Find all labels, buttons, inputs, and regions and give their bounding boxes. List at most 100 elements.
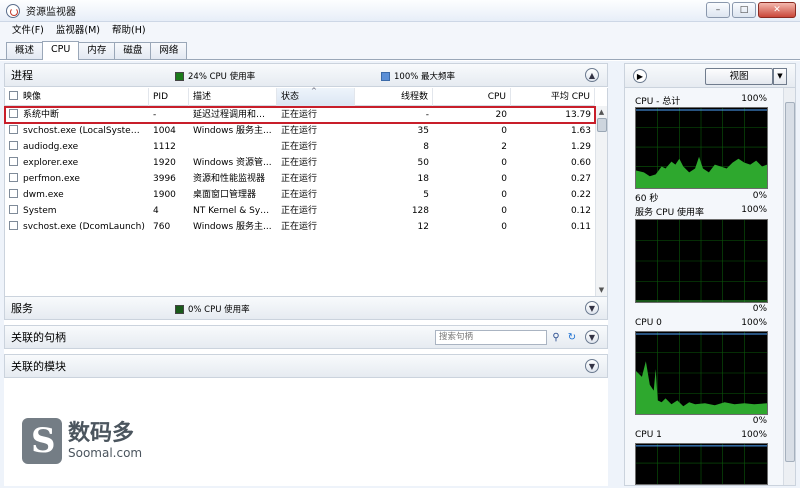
cell-image: System <box>5 203 149 219</box>
max-freq-stat: 100% 最大频率 <box>381 70 455 82</box>
cell-desc <box>189 139 277 155</box>
graph-time-label: 60 秒 <box>635 194 659 204</box>
view-dropdown-icon[interactable]: ▼ <box>773 68 787 85</box>
graph-top-pct: 100% <box>741 430 767 440</box>
cell-status: 正在运行 <box>281 126 318 136</box>
table-row[interactable]: dwm.exe 1900 桌面窗口管理器 正在运行 5 0 0.22 <box>5 187 595 203</box>
table-header: 映像 PID 描述 状态 线程数 CPU 平均 CPU <box>5 82 595 106</box>
tab-overview[interactable]: 概述 <box>6 42 44 59</box>
menu-help[interactable]: 帮助(H) <box>106 22 152 40</box>
graph-bottom-pct: 0% <box>752 304 767 314</box>
scroll-up-icon[interactable]: ▲ <box>596 106 607 118</box>
cell-image: dwm.exe <box>5 187 149 203</box>
cell-pid: 760 <box>153 222 171 232</box>
table-row[interactable]: System 4 NT Kernel & Syst... 正在运行 128 0 0.12 <box>5 203 595 219</box>
services-title: 服务 <box>11 302 33 315</box>
graph-bottom-pct: 0% <box>752 416 767 426</box>
scroll-down-icon[interactable]: ▼ <box>596 284 607 296</box>
refresh-icon[interactable]: ↻ <box>565 330 579 345</box>
services-header[interactable]: 服务 0% CPU 使用率 ▼ <box>4 296 608 320</box>
handles-title: 关联的句柄 <box>11 331 66 344</box>
cell-desc: 延迟过程调用和中... <box>193 110 274 120</box>
menu-monitor[interactable]: 监视器(M) <box>50 22 106 40</box>
graph-top-pct: 100% <box>741 318 767 328</box>
services-cpu-stat: 0% CPU 使用率 <box>175 303 250 315</box>
row-checkbox[interactable] <box>9 205 18 214</box>
expand-icon[interactable]: ▼ <box>585 301 599 315</box>
cell-status: 正在运行 <box>281 110 318 120</box>
collapse-icon[interactable]: ▲ <box>585 68 599 82</box>
col-avg-cpu[interactable]: 平均 CPU <box>511 88 595 106</box>
graph-label: CPU 0 <box>635 318 662 328</box>
cell-cpu: 0 <box>501 222 507 232</box>
row-checkbox[interactable] <box>9 221 18 230</box>
window-title: 资源监视器 <box>26 7 76 18</box>
row-checkbox[interactable] <box>9 157 18 166</box>
handles-header[interactable]: 关联的句柄 搜索句柄 ⚲ ↻ ▼ <box>4 325 608 349</box>
cell-threads: 5 <box>423 190 429 200</box>
cell-threads: 8 <box>423 142 429 152</box>
select-all-checkbox[interactable] <box>9 91 18 100</box>
chevron-right-icon[interactable]: ▶ <box>633 69 647 83</box>
row-checkbox[interactable] <box>9 189 18 198</box>
row-checkbox[interactable] <box>9 141 18 150</box>
graph-top-pct: 100% <box>741 205 767 215</box>
col-image[interactable]: 映像 <box>5 88 149 106</box>
expand-icon[interactable]: ▼ <box>585 330 599 344</box>
handles-search-input[interactable]: 搜索句柄 <box>435 330 547 345</box>
cell-pid: 1920 <box>153 158 176 168</box>
cell-desc: Windows 服务主... <box>193 222 272 232</box>
col-pid[interactable]: PID <box>149 88 189 106</box>
watermark: 数码多 Soomal.com <box>22 418 142 464</box>
table-row[interactable]: perfmon.exe 3996 资源和性能监视器 正在运行 18 0 0.27 <box>5 171 595 187</box>
tab-disk[interactable]: 磁盘 <box>114 42 152 59</box>
cell-pid: 3996 <box>153 174 176 184</box>
graphs-scroll-thumb[interactable] <box>785 102 795 462</box>
table-row[interactable]: 系统中断 - 延迟过程调用和中... 正在运行 -20 13.79 <box>4 106 596 124</box>
cell-cpu: 0 <box>501 158 507 168</box>
table-scrollbar[interactable]: ▲ ▼ <box>595 106 607 296</box>
table-row[interactable]: svchost.exe (LocalSystemN... 1004 Windows … <box>5 123 595 139</box>
services-cpu-text: 0% CPU 使用率 <box>188 305 250 315</box>
menu-file[interactable]: 文件(F) <box>6 22 50 40</box>
cell-desc: Windows 资源管... <box>193 158 272 168</box>
cell-threads: 12 <box>417 222 429 232</box>
cell-image: svchost.exe (LocalSystemN... <box>5 123 149 139</box>
cell-pid: - <box>153 110 157 120</box>
search-icon[interactable]: ⚲ <box>549 330 563 345</box>
cell-cpu: 0 <box>501 126 507 136</box>
service-cpu-graph <box>635 219 768 303</box>
table-row[interactable]: svchost.exe (DcomLaunch) 760 Windows 服务主..… <box>5 219 595 235</box>
cell-status: 正在运行 <box>281 174 318 184</box>
tab-cpu[interactable]: CPU <box>42 41 80 60</box>
cell-avg: 0.12 <box>570 206 591 216</box>
col-status[interactable]: 状态 <box>277 82 355 106</box>
row-checkbox[interactable] <box>9 125 18 134</box>
col-cpu[interactable]: CPU <box>433 88 511 106</box>
table-row[interactable]: explorer.exe 1920 Windows 资源管... 正在运行 50 0 0.6… <box>5 155 595 171</box>
maximize-button[interactable]: □ <box>732 2 756 18</box>
cell-image: perfmon.exe <box>5 171 149 187</box>
watermark-text: 数码多 Soomal.com <box>68 421 142 461</box>
processes-header[interactable]: 进程 24% CPU 使用率 100% 最大频率 ▲ <box>4 63 608 87</box>
row-checkbox[interactable] <box>9 173 18 182</box>
graph-bottom-pct: 0% <box>752 191 767 201</box>
graphs-scrollbar[interactable] <box>783 88 795 485</box>
tab-memory[interactable]: 内存 <box>78 42 116 59</box>
scroll-thumb[interactable] <box>597 118 607 132</box>
tab-network[interactable]: 网络 <box>150 42 188 59</box>
expand-icon[interactable]: ▼ <box>585 359 599 373</box>
minimize-button[interactable]: – <box>706 2 730 18</box>
cell-pid: 1900 <box>153 190 176 200</box>
max-freq-text: 100% 最大频率 <box>394 72 456 82</box>
view-button[interactable]: 视图 <box>705 68 773 85</box>
col-description[interactable]: 描述 <box>189 88 277 106</box>
col-threads[interactable]: 线程数 <box>355 88 433 106</box>
watermark-cn: 数码多 <box>68 421 135 446</box>
table-row[interactable]: audiodg.exe 1112 正在运行 8 2 1.29 <box>5 139 595 155</box>
close-button[interactable]: ✕ <box>758 2 796 18</box>
graph-label: CPU 1 <box>635 430 662 440</box>
cell-image: audiodg.exe <box>5 139 149 155</box>
row-checkbox[interactable] <box>9 109 18 118</box>
modules-header[interactable]: 关联的模块 ▼ <box>4 354 608 378</box>
